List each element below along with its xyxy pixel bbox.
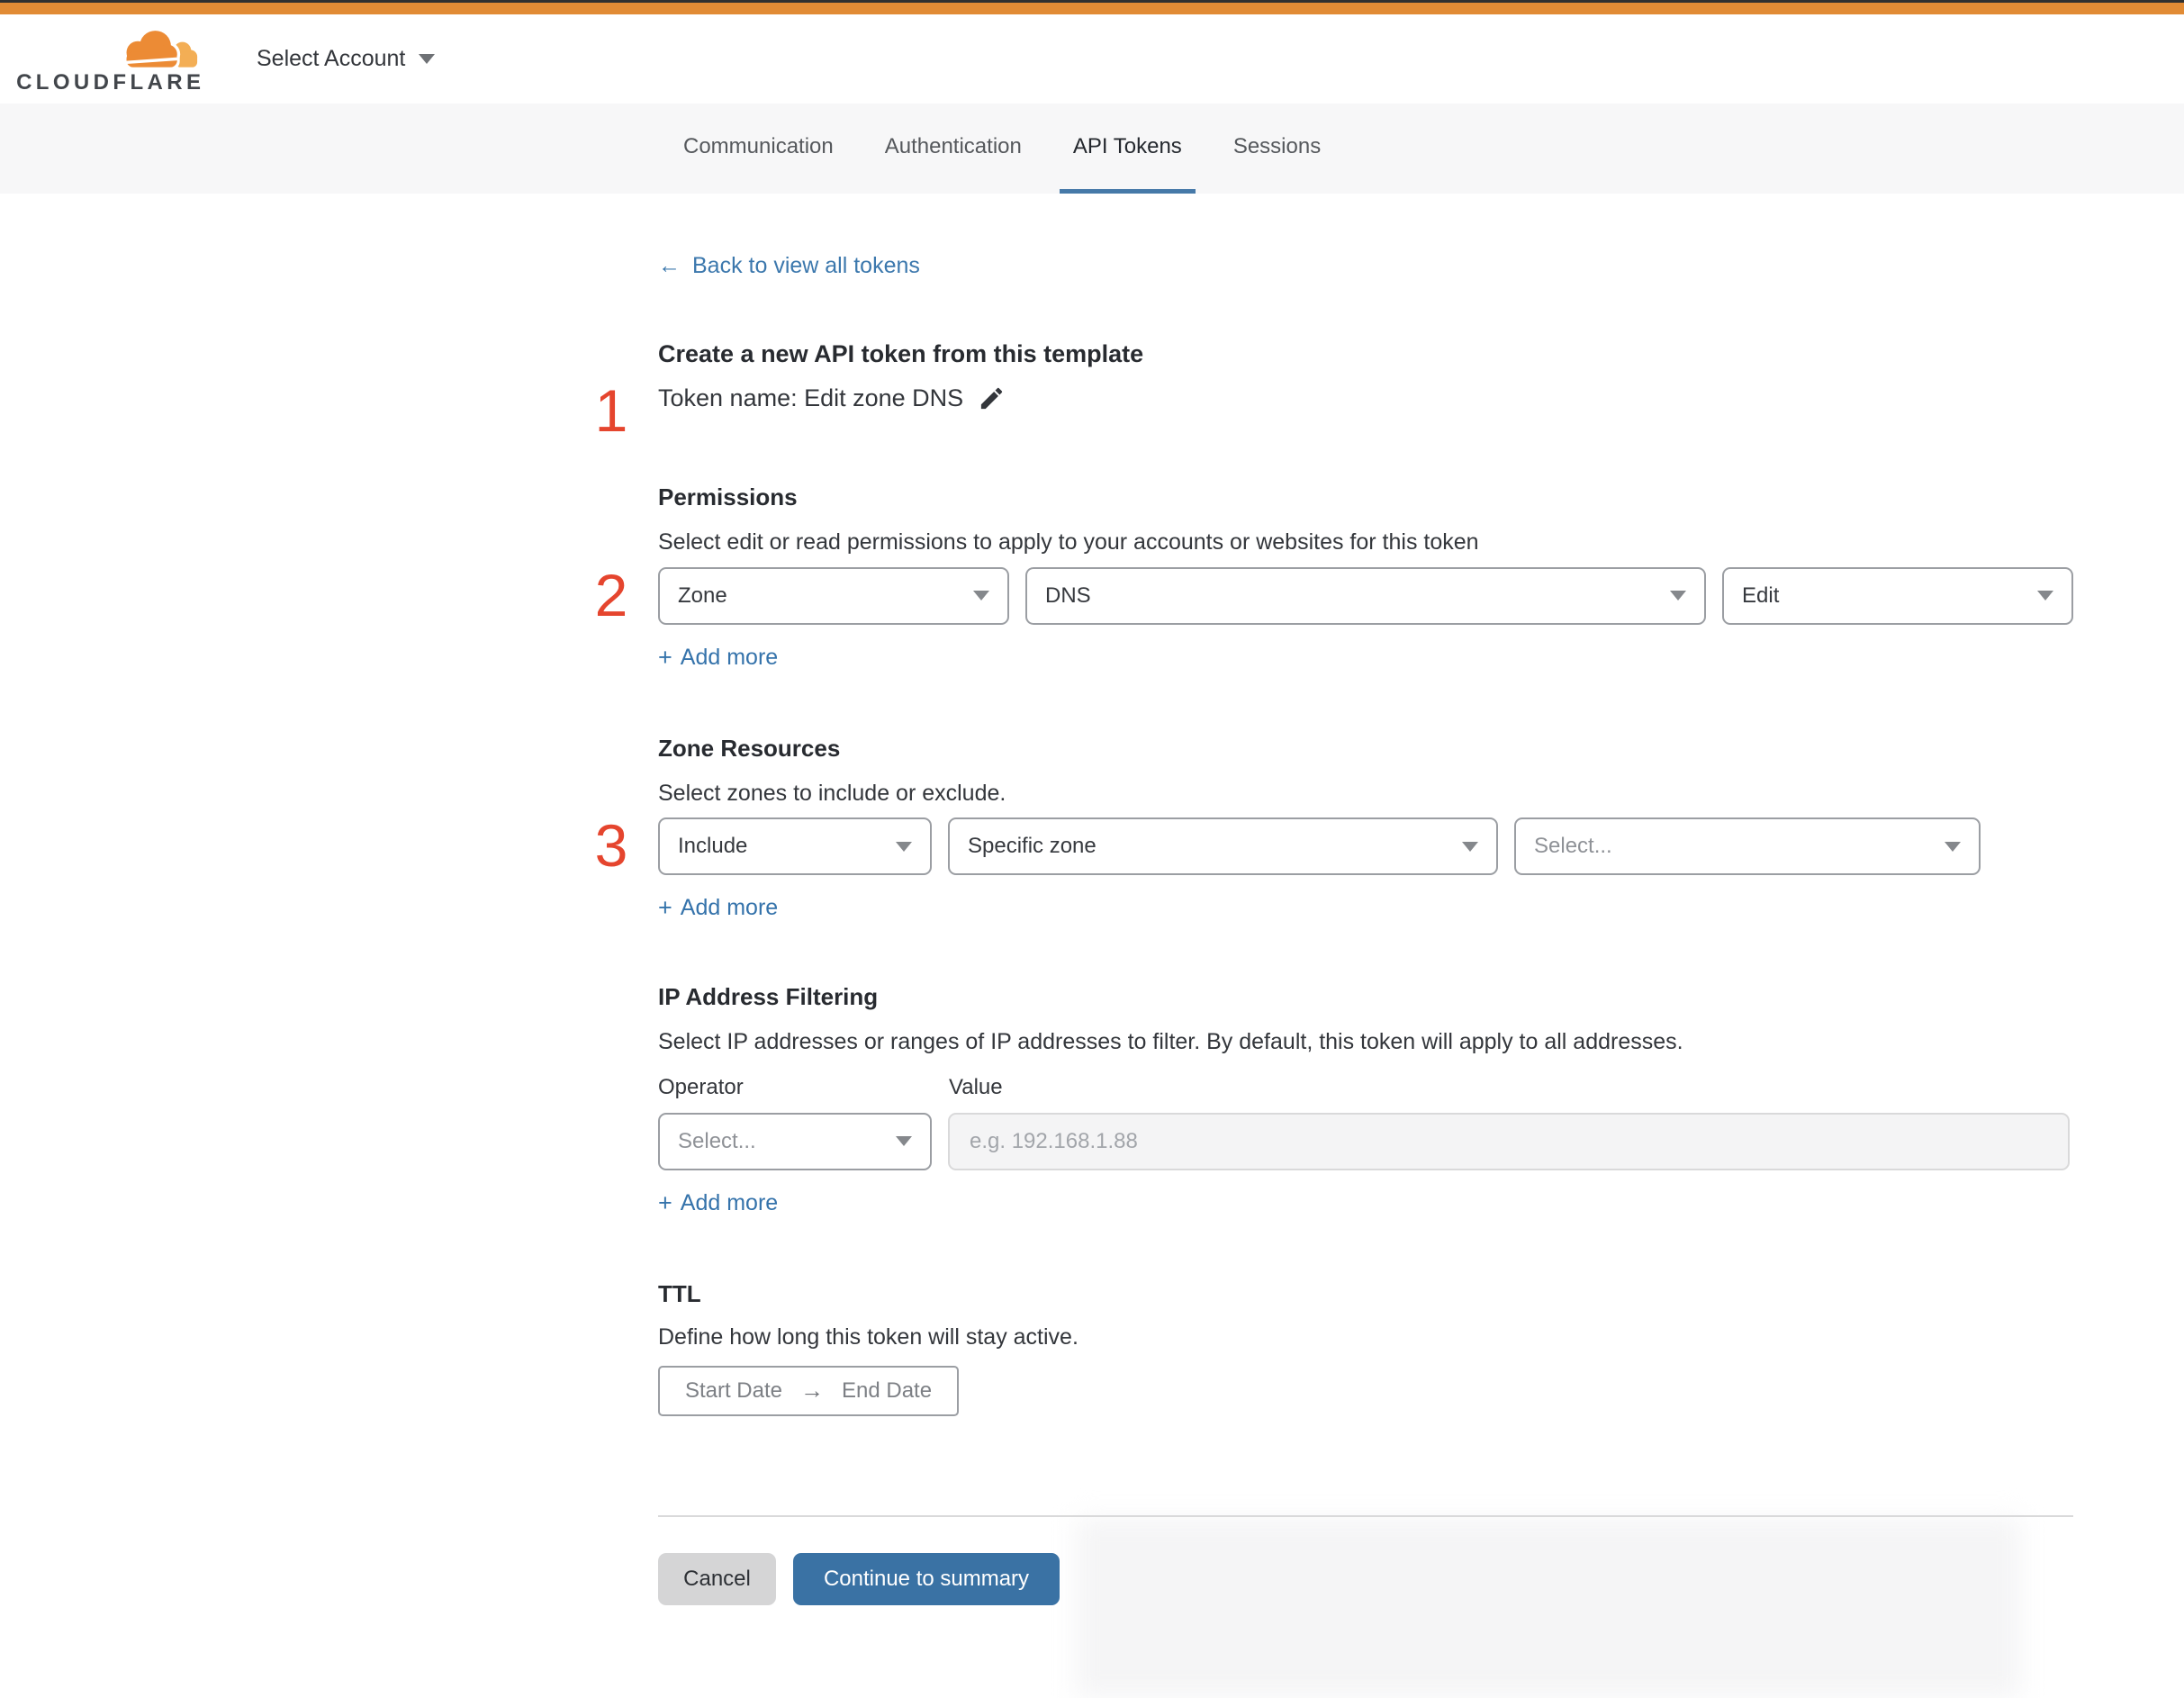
ip-filtering-labels: Operator Value [658,1075,2073,1100]
tab-authentication[interactable]: Authentication [871,104,1035,194]
edit-token-name-button[interactable] [978,384,1006,412]
template-header-block: 1 Create a new API token from this templ… [595,340,2073,440]
operator-label: Operator [658,1074,744,1099]
plus-icon: + [658,894,672,922]
ip-filtering-add-more-link[interactable]: + Add more [658,1190,778,1216]
arrow-right-icon: → [799,1377,824,1404]
logo-wordmark: CLOUDFLARE [16,69,205,95]
ip-filtering-description: Select IP addresses or ranges of IP addr… [658,1029,1683,1055]
start-date-placeholder: Start Date [684,1377,782,1403]
zone-mode-select[interactable]: Include [658,817,932,876]
tab-sessions[interactable]: Sessions [1220,104,1334,194]
chevron-down-icon [1670,591,1686,601]
tab-bar: Communication Authentication API Tokens … [0,104,2184,194]
header: CLOUDFLARE Select Account [0,14,2184,104]
token-name-label: Token name: Edit zone DNS [658,384,964,412]
top-accent-bar [0,3,2184,14]
permission-scope-select[interactable]: Zone [658,566,1009,625]
permission-access-select[interactable]: Edit [1722,566,2073,625]
cloudflare-cloud-icon [113,27,200,69]
tab-communication[interactable]: Communication [670,104,847,194]
token-name-row: Token name: Edit zone DNS [658,384,2073,412]
chevron-down-icon [1945,841,1961,852]
end-date-placeholder: End Date [841,1377,933,1403]
zone-resources-description: Select zones to include or exclude. [658,780,1006,806]
plus-icon: + [658,1188,672,1216]
tab-api-tokens[interactable]: API Tokens [1059,104,1196,194]
ip-filtering-section: IP Address Filtering Select IP addresses… [658,983,2073,1216]
pencil-icon [981,387,1003,410]
step-annotation-3: 3 [594,812,628,880]
step-annotation-2: 2 [594,561,628,628]
chevron-down-icon [896,841,912,852]
ip-filtering-title: IP Address Filtering [658,983,879,1011]
back-link-label: Back to view all tokens [692,253,920,278]
back-arrow-icon: ← [658,253,681,278]
value-label: Value [949,1074,1003,1099]
ttl-section: TTL Define how long this token will stay… [658,1279,2073,1416]
zone-resources-select-row: 3 Include Specific zone Select... [595,816,2073,876]
continue-to-summary-button[interactable]: Continue to summary [793,1552,1060,1605]
permissions-select-row: 2 Zone DNS Edit [595,565,2073,625]
ip-value-input[interactable] [948,1112,2070,1170]
footer-divider [658,1514,2073,1517]
chevron-down-icon [896,1136,912,1147]
chevron-down-icon [2037,591,2053,601]
footer-actions: Cancel Continue to summary [658,1552,2073,1605]
zone-resources-title: Zone Resources [658,734,841,762]
permissions-add-more-link[interactable]: + Add more [658,645,778,671]
cloudflare-logo: CLOUDFLARE [16,25,201,94]
main-content: ← Back to view all tokens 1 Create a new… [595,194,2073,1605]
ttl-description: Define how long this token will stay act… [658,1323,1078,1350]
chevron-down-icon [1462,841,1478,852]
step-annotation-1: 1 [594,377,628,444]
chevron-down-icon [419,54,436,64]
back-to-tokens-link[interactable]: ← Back to view all tokens [658,253,920,279]
account-selector[interactable]: Select Account [257,46,436,72]
permissions-section: Permissions Select edit or read permissi… [595,483,2073,671]
plus-icon: + [658,643,672,671]
zone-resources-section: Zone Resources Select zones to include o… [595,734,2073,922]
zone-picker-select[interactable]: Select... [1514,817,1981,876]
chevron-down-icon [973,591,989,601]
zone-type-select[interactable]: Specific zone [948,817,1498,876]
page-title: Create a new API token from this templat… [658,340,1144,367]
cancel-button[interactable]: Cancel [658,1552,776,1605]
ttl-title: TTL [658,1279,701,1307]
ip-filtering-row: Select... [658,1112,2073,1170]
ip-operator-select[interactable]: Select... [658,1112,932,1170]
permission-resource-select[interactable]: DNS [1025,566,1706,625]
ttl-date-range[interactable]: Start Date → End Date [658,1365,959,1416]
zone-resources-add-more-link[interactable]: + Add more [658,895,778,921]
permissions-title: Permissions [658,483,798,511]
account-selector-label: Select Account [257,46,406,71]
permissions-description: Select edit or read permissions to apply… [658,528,1479,555]
